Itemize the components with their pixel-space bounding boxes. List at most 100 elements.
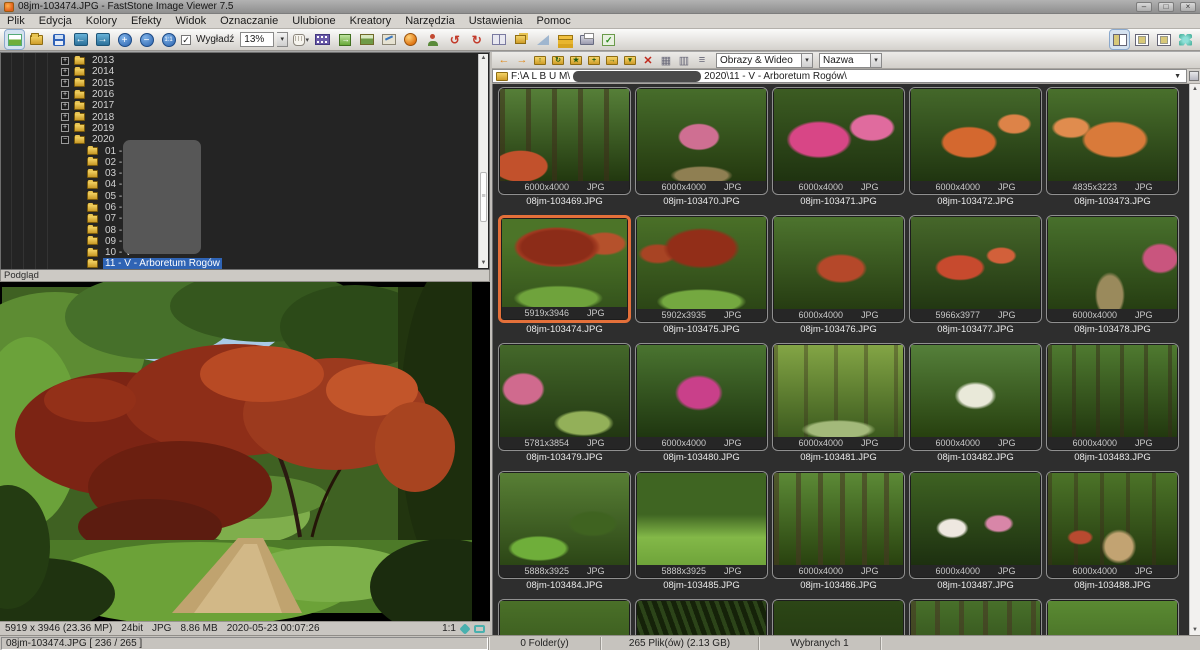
compare-button[interactable]	[489, 30, 508, 49]
save-button[interactable]	[49, 30, 68, 49]
menu-item-kolory[interactable]: Kolory	[79, 14, 124, 28]
address-bar[interactable]: F:\A L B U M\ 2020\11 - V - Arboretum Ro…	[492, 69, 1187, 83]
tree-row[interactable]: +2017	[1, 100, 477, 111]
filter-select[interactable]: Obrazy & Wideo ▾	[716, 53, 813, 68]
preview-panel[interactable]	[0, 282, 490, 621]
thumbnail-08jm-103474-jpg[interactable]: 5919x3946JPG08jm-103474.JPG	[498, 215, 631, 336]
thumbnail-08jm-103481-jpg[interactable]: 6000x4000JPG08jm-103481.JPG	[772, 343, 905, 464]
tree-expander-icon[interactable]: +	[61, 113, 69, 121]
thumbnail-08jm-103472-jpg[interactable]: 6000x4000JPG08jm-103472.JPG	[909, 87, 1042, 208]
close-button[interactable]: ×	[1180, 2, 1196, 12]
view-thumbnails-button[interactable]: ▦	[658, 53, 674, 68]
thumbnail-partial[interactable]	[635, 599, 768, 635]
tree-expander-icon[interactable]: +	[61, 102, 69, 110]
print-button[interactable]	[577, 30, 596, 49]
browser-button[interactable]	[5, 30, 24, 49]
tree-row[interactable]: 10 - V -	[1, 247, 477, 258]
tree-row[interactable]: +2015	[1, 78, 477, 89]
menu-item-narzdzia[interactable]: Narzędzia	[398, 14, 462, 28]
draw-button[interactable]	[379, 30, 398, 49]
tree-row[interactable]: 06 - IV	[1, 202, 477, 213]
thumbnail-08jm-103471-jpg[interactable]: 6000x4000JPG08jm-103471.JPG	[772, 87, 905, 208]
smooth-checkbox[interactable]: ✓	[181, 35, 191, 45]
tree-scrollbar[interactable]: ▲ ▼	[478, 54, 488, 268]
restore-button[interactable]: □	[1158, 2, 1174, 12]
thumbnail-08jm-103480-jpg[interactable]: 6000x4000JPG08jm-103480.JPG	[635, 343, 768, 464]
menu-item-oznaczanie[interactable]: Oznaczanie	[213, 14, 285, 28]
rotate-right-button[interactable]: ↻	[467, 30, 486, 49]
fit-screen-icon[interactable]	[474, 625, 485, 633]
menu-item-widok[interactable]: Widok	[169, 14, 214, 28]
zoom-select[interactable]: 13%	[240, 32, 274, 47]
tree-row[interactable]: +2018	[1, 111, 477, 122]
tree-row[interactable]: +2016	[1, 89, 477, 100]
tree-row[interactable]: 11 - V - Arboretum Rogów	[1, 258, 477, 269]
thumbnail-08jm-103479-jpg[interactable]: 5781x3854JPG08jm-103479.JPG	[498, 343, 631, 464]
color-button[interactable]	[401, 30, 420, 49]
thumbnail-08jm-103483-jpg[interactable]: 6000x4000JPG08jm-103483.JPG	[1046, 343, 1179, 464]
filter-arrow-icon[interactable]: ▾	[802, 53, 813, 68]
menu-item-edycja[interactable]: Edycja	[32, 14, 79, 28]
back-button[interactable]: ←	[496, 53, 512, 68]
favorites-button[interactable]: ★	[568, 53, 584, 68]
tree-row[interactable]: 04 - IV	[1, 179, 477, 190]
tree-row[interactable]: 09 - V -	[1, 236, 477, 247]
slideshow-button[interactable]	[313, 30, 332, 49]
copy-move-button[interactable]	[511, 30, 530, 49]
view-list-button[interactable]: ≡	[694, 53, 710, 68]
path-dropdown-icon[interactable]: ▼	[1174, 73, 1183, 80]
open-folder-button[interactable]	[27, 30, 46, 49]
layout-window-button[interactable]	[1154, 30, 1173, 49]
measure-button[interactable]	[533, 30, 552, 49]
zoom-select-arrow[interactable]: ▾	[277, 32, 288, 47]
thumbnail-08jm-103470-jpg[interactable]: 6000x4000JPG08jm-103470.JPG	[635, 87, 768, 208]
crop-button[interactable]	[357, 30, 376, 49]
paste-button[interactable]: ▾	[622, 53, 638, 68]
up-folder-button[interactable]: ↑	[532, 53, 548, 68]
tree-row[interactable]: −2020	[1, 134, 477, 145]
redeye-button[interactable]	[423, 30, 442, 49]
tree-expander-icon[interactable]: −	[61, 136, 69, 144]
options-button[interactable]: ✓	[599, 30, 618, 49]
thumbnail-partial[interactable]	[909, 599, 1042, 635]
thumbnail-partial[interactable]	[772, 599, 905, 635]
thumbnail-08jm-103482-jpg[interactable]: 6000x4000JPG08jm-103482.JPG	[909, 343, 1042, 464]
tree-row[interactable]: +2014	[1, 66, 477, 77]
sort-select[interactable]: Nazwa ▾	[819, 53, 882, 68]
tree-expander-icon[interactable]: +	[61, 57, 69, 65]
zoom-in-button[interactable]: +	[115, 30, 134, 49]
zoom-out-button[interactable]: −	[137, 30, 156, 49]
thumbnail-08jm-103475-jpg[interactable]: 5902x3935JPG08jm-103475.JPG	[635, 215, 768, 336]
thumbnail-08jm-103486-jpg[interactable]: 6000x4000JPG08jm-103486.JPG	[772, 471, 905, 592]
scroll-up-icon[interactable]: ▲	[479, 54, 488, 63]
layout-browser-button[interactable]	[1110, 30, 1129, 49]
zoom-actual-button[interactable]: 1:1	[159, 30, 178, 49]
tree-expander-icon[interactable]: +	[61, 124, 69, 132]
minimize-button[interactable]: –	[1136, 2, 1152, 12]
refresh-button[interactable]: ↻	[550, 53, 566, 68]
convert-button[interactable]	[335, 30, 354, 49]
thumb-scroll-up-icon[interactable]: ▲	[1190, 84, 1200, 94]
thumbnail-08jm-103484-jpg[interactable]: 5888x3925JPG08jm-103484.JPG	[498, 471, 631, 592]
thumbnail-08jm-103473-jpg[interactable]: 4835x3223JPG08jm-103473.JPG	[1046, 87, 1179, 208]
thumbnail-08jm-103487-jpg[interactable]: 6000x4000JPG08jm-103487.JPG	[909, 471, 1042, 592]
next-image-button[interactable]: →	[93, 30, 112, 49]
fullscreen-button[interactable]	[1176, 30, 1195, 49]
stack-button[interactable]	[555, 30, 574, 49]
thumbnail-08jm-103488-jpg[interactable]: 6000x4000JPG08jm-103488.JPG	[1046, 471, 1179, 592]
tree-expander-icon[interactable]: +	[61, 79, 69, 87]
tree-scrollbar-thumb[interactable]	[480, 172, 487, 222]
tree-row[interactable]: 07 - IV	[1, 213, 477, 224]
pan-tool-button[interactable]: ▾	[291, 30, 310, 49]
menu-item-plik[interactable]: Plik	[0, 14, 32, 28]
tree-row[interactable]: +2013	[1, 55, 477, 66]
menu-item-ustawienia[interactable]: Ustawienia	[462, 14, 530, 28]
thumbnail-08jm-103485-jpg[interactable]: 5888x3925JPG08jm-103485.JPG	[635, 471, 768, 592]
tree-row[interactable]: 03 - III	[1, 168, 477, 179]
sort-arrow-icon[interactable]: ▾	[871, 53, 882, 68]
thumbnail-08jm-103477-jpg[interactable]: 5966x3977JPG08jm-103477.JPG	[909, 215, 1042, 336]
prev-image-button[interactable]: ←	[71, 30, 90, 49]
menu-item-pomoc[interactable]: Pomoc	[530, 14, 578, 28]
forward-button[interactable]: →	[514, 53, 530, 68]
tree-row[interactable]: 01 - I -	[1, 145, 477, 156]
